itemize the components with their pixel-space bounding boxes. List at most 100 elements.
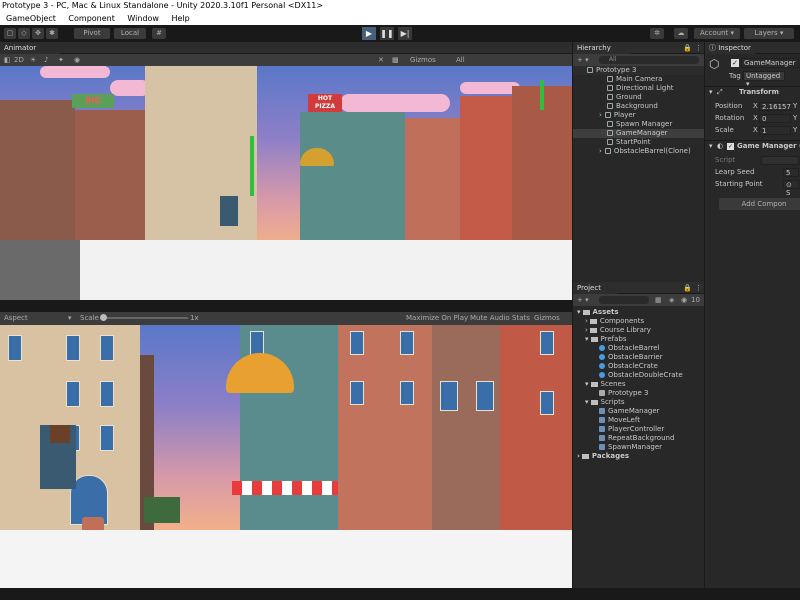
hierarchy-item[interactable]: Background — [573, 102, 658, 111]
hierarchy-item-selected[interactable]: GameManager — [573, 129, 704, 138]
chevron-down-icon[interactable]: ▾ — [709, 142, 713, 151]
folder-scripts[interactable]: ▾ Scripts — [573, 398, 624, 407]
tools-icon[interactable]: ✕ — [378, 54, 384, 66]
position-x-field[interactable]: 2.16157 — [759, 102, 791, 111]
rotate-tool-icon[interactable]: ✱ — [46, 28, 58, 39]
folder-prefabs[interactable]: ▾ Prefabs — [573, 335, 627, 344]
starting-point-field[interactable]: ⊙ S — [783, 180, 799, 197]
label-icon[interactable]: ◈ — [669, 294, 674, 306]
menu-gameobject[interactable]: GameObject — [6, 14, 56, 23]
hierarchy-search[interactable]: All — [599, 56, 699, 64]
folder-packages[interactable]: › Packages — [573, 452, 629, 461]
object-name-field[interactable]: GameManager — [741, 58, 799, 68]
hierarchy-item[interactable]: Ground — [573, 93, 642, 102]
script-item[interactable]: GameManager — [573, 407, 660, 416]
filter-icon[interactable]: ▦ — [655, 294, 662, 306]
audio-icon[interactable]: ♪ — [44, 54, 48, 66]
visibility-icon[interactable]: ◉ — [681, 294, 687, 306]
hierarchy-item[interactable]: StartPoint — [573, 138, 650, 147]
menu-help[interactable]: Help — [172, 14, 190, 23]
chevron-down-icon[interactable]: ▾ — [577, 308, 581, 316]
lighting-icon[interactable]: ☀ — [30, 54, 36, 66]
custom-tool-icon[interactable]: ◇ — [18, 28, 30, 39]
folder-components[interactable]: › Components — [573, 317, 644, 326]
learp-seed-field[interactable]: 5 — [783, 168, 799, 177]
tag-dropdown[interactable]: Untagged ▾ — [743, 71, 785, 88]
transform-header[interactable]: Transform — [739, 88, 779, 97]
step-button[interactable]: ▶| — [398, 27, 412, 40]
chevron-right-icon[interactable]: › — [585, 326, 588, 334]
scene-item[interactable]: Prototype 3 — [573, 389, 648, 398]
tab-project[interactable]: Project — [573, 282, 617, 294]
more-icon[interactable]: ⋮ — [695, 282, 702, 294]
folder-course-library[interactable]: › Course Library — [573, 326, 651, 335]
prefab-item[interactable]: ObstacleDoubleCrate — [573, 371, 683, 380]
add-icon[interactable]: + ▾ — [577, 54, 589, 66]
hierarchy-item[interactable]: › Player — [573, 111, 636, 120]
scale-x-field[interactable]: 1 — [759, 126, 791, 135]
script-item[interactable]: PlayerController — [573, 425, 664, 434]
hierarchy-item[interactable]: Spawn Manager — [573, 120, 672, 129]
script-item[interactable]: SpawnManager — [573, 443, 662, 452]
folder-assets[interactable]: ▾ Assets — [573, 308, 619, 317]
aspect-chevron-icon[interactable]: ▾ — [68, 312, 72, 324]
scale-slider-handle[interactable] — [100, 314, 107, 321]
expand-arrow-icon[interactable]: › — [599, 147, 602, 155]
add-icon[interactable]: + ▾ — [577, 294, 589, 306]
camera-icon[interactable]: ▩ — [392, 54, 399, 66]
chevron-down-icon[interactable]: ▾ — [585, 380, 589, 388]
stats-toggle[interactable]: Stats — [512, 312, 530, 324]
rect-tool-icon[interactable]: ▢ — [4, 28, 16, 39]
hierarchy-root[interactable]: Prototype 3 — [573, 66, 704, 75]
component-header[interactable]: Game Manager (S — [737, 142, 800, 151]
component-enabled-checkbox[interactable]: ✓ — [727, 143, 734, 150]
scale-slider[interactable] — [102, 317, 188, 319]
pause-button[interactable]: ❚❚ — [380, 27, 394, 40]
chevron-right-icon[interactable]: › — [577, 452, 580, 460]
chevron-down-icon[interactable]: ▾ — [709, 88, 713, 97]
script-item[interactable]: MoveLeft — [573, 416, 640, 425]
more-icon[interactable]: ⋮ — [695, 42, 702, 54]
project-search[interactable] — [599, 296, 649, 304]
scene-view[interactable]: BIG HOT PIZZA — [0, 66, 572, 300]
add-component-button[interactable]: Add Compon — [719, 198, 800, 210]
prefab-item[interactable]: ObstacleBarrier — [573, 353, 663, 362]
prefab-item[interactable]: ObstacleCrate — [573, 362, 658, 371]
prefab-item[interactable]: ObstacleBarrel — [573, 344, 660, 353]
game-view[interactable] — [0, 325, 572, 588]
chevron-down-icon[interactable]: ▾ — [585, 335, 589, 343]
menu-window[interactable]: Window — [127, 14, 159, 23]
chevron-right-icon[interactable]: › — [585, 317, 588, 325]
collab-icon[interactable]: ✲ — [650, 28, 664, 39]
active-checkbox[interactable]: ✓ — [731, 59, 739, 67]
hierarchy-item[interactable]: › ObstacleBarrel(Clone) — [573, 147, 691, 156]
cloud-icon[interactable]: ☁ — [674, 28, 688, 39]
hidden-objects-icon[interactable]: ◉ — [74, 54, 80, 66]
hierarchy-item[interactable]: Directional Light — [573, 84, 674, 93]
game-gizmos-button[interactable]: Gizmos — [534, 312, 560, 324]
menu-component[interactable]: Component — [68, 14, 114, 23]
account-dropdown[interactable]: Account ▾ — [694, 28, 740, 39]
pivot-button[interactable]: Pivot — [74, 28, 110, 39]
mode-2d-toggle[interactable]: 2D — [14, 54, 24, 66]
grid-snap-icon[interactable]: # — [152, 28, 166, 39]
tab-inspector[interactable]: ⓘ Inspector — [705, 42, 755, 54]
tab-animator[interactable]: Animator — [0, 42, 60, 54]
rotation-x-field[interactable]: 0 — [759, 114, 791, 123]
transform-tool-icon[interactable]: ✥ — [32, 28, 44, 39]
hierarchy-item[interactable]: Main Camera — [573, 75, 662, 84]
play-button[interactable]: ▶ — [362, 27, 376, 40]
layers-dropdown[interactable]: Layers ▾ — [744, 28, 794, 39]
expand-arrow-icon[interactable]: › — [599, 111, 602, 119]
mute-audio-toggle[interactable]: Mute Audio — [470, 312, 510, 324]
scene-search-all[interactable]: All — [456, 54, 465, 66]
chevron-down-icon[interactable]: ▾ — [585, 398, 589, 406]
local-button[interactable]: Local — [114, 28, 146, 39]
scene-gizmos-button[interactable]: Gizmos — [410, 54, 436, 66]
maximize-on-play-toggle[interactable]: Maximize On Play — [406, 312, 468, 324]
lock-icon[interactable]: 🔒 — [683, 42, 692, 54]
effects-icon[interactable]: ✦ — [58, 54, 64, 66]
folder-scenes[interactable]: ▾ Scenes — [573, 380, 626, 389]
shading-icon[interactable]: ◧ — [4, 54, 11, 66]
script-item[interactable]: RepeatBackground — [573, 434, 674, 443]
